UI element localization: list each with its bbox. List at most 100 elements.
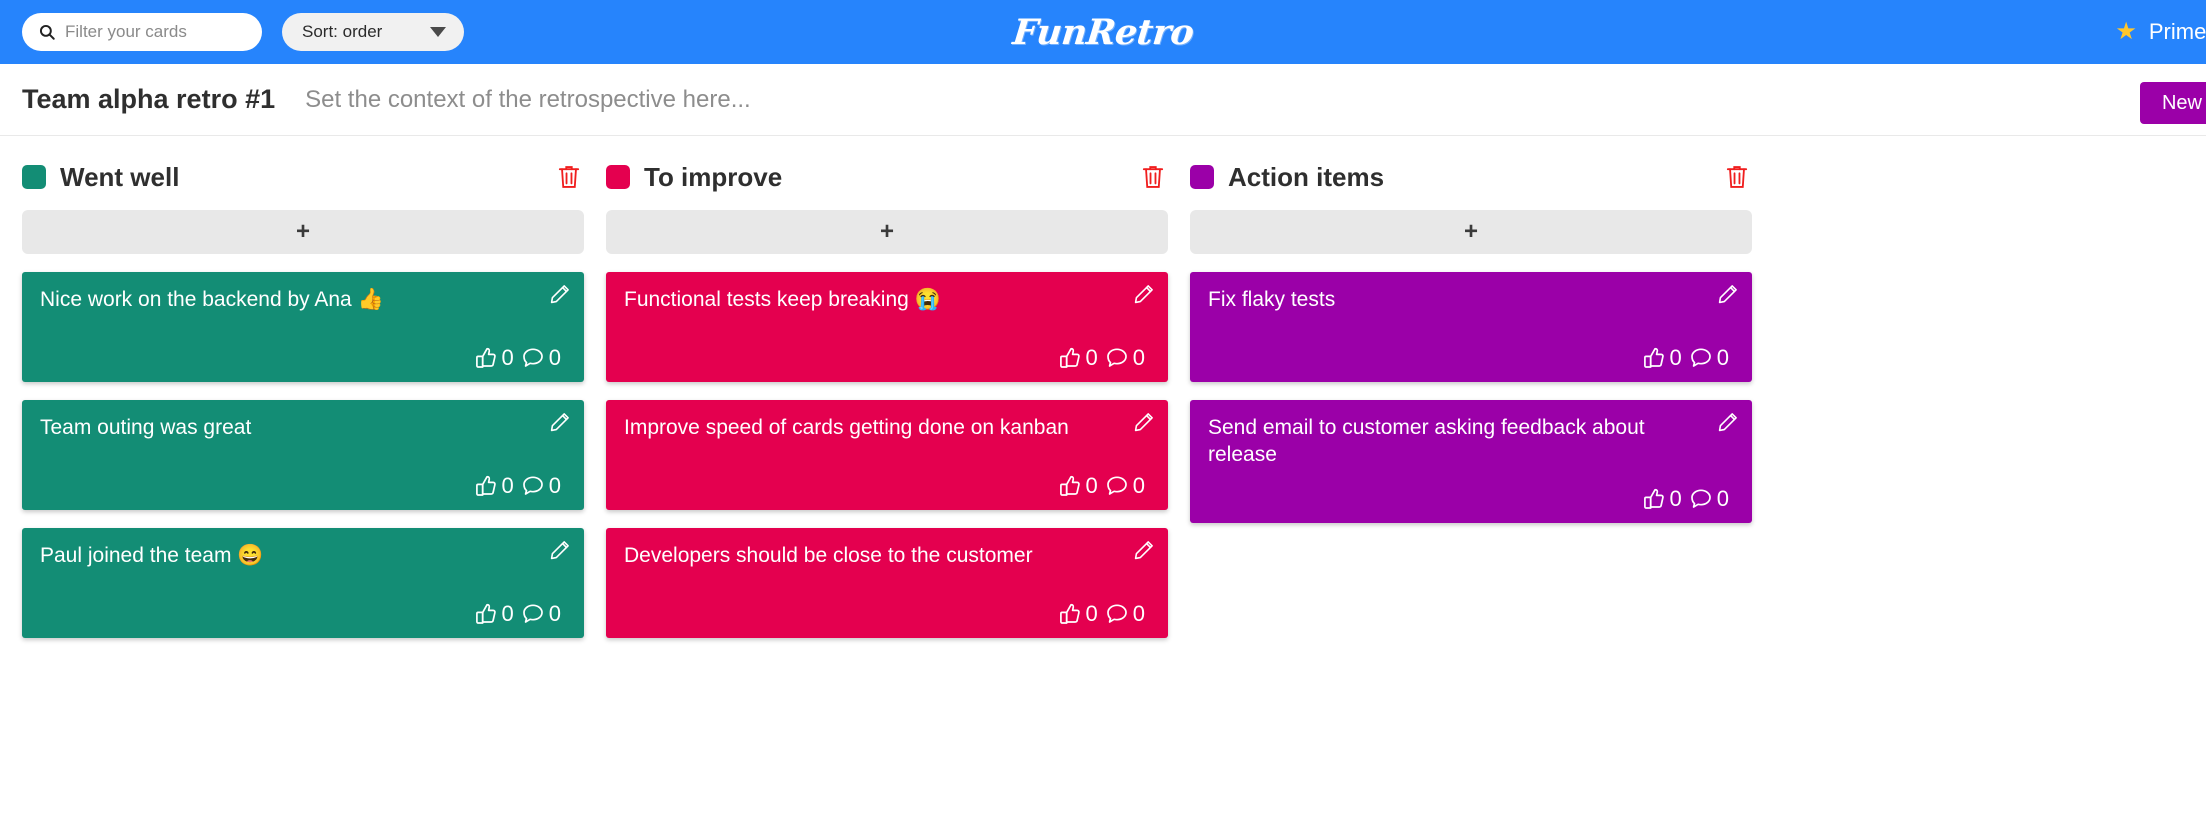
comment-button[interactable] bbox=[1689, 346, 1713, 370]
card-footer: 00 bbox=[40, 456, 566, 498]
comment-button[interactable] bbox=[521, 346, 545, 370]
column-title[interactable]: To improve bbox=[644, 162, 782, 193]
funretro-logo[interactable]: FunRetro bbox=[1011, 12, 1196, 53]
card-footer: 00 bbox=[624, 456, 1150, 498]
add-card-button[interactable]: + bbox=[606, 210, 1168, 254]
pencil-icon[interactable] bbox=[550, 284, 570, 304]
card-text: Fix flaky tests bbox=[1208, 288, 1336, 311]
retro-card[interactable]: Developers should be close to the custom… bbox=[606, 528, 1168, 638]
thumbs-up-icon[interactable] bbox=[474, 346, 498, 370]
vote-count: 0 bbox=[1085, 345, 1098, 370]
thumbs-up-icon[interactable] bbox=[1058, 346, 1082, 370]
delete-column-button[interactable] bbox=[1726, 164, 1748, 190]
column-title[interactable]: Action items bbox=[1228, 162, 1384, 193]
comment-count: 0 bbox=[548, 601, 561, 626]
search-box[interactable] bbox=[22, 13, 262, 51]
comment-icon[interactable] bbox=[1105, 602, 1129, 626]
pencil-icon[interactable] bbox=[1134, 284, 1154, 304]
column-title[interactable]: Went well bbox=[60, 162, 179, 193]
vote-count: 0 bbox=[1669, 485, 1682, 511]
column-color-swatch[interactable] bbox=[606, 165, 630, 189]
vote-button[interactable] bbox=[474, 474, 498, 498]
board-column: Went well + Nice work on the backend by An… bbox=[22, 156, 584, 656]
card-footer: 00 bbox=[624, 328, 1150, 370]
retro-card[interactable]: Nice work on the backend by Ana 👍 0 0 bbox=[22, 272, 584, 382]
comment-icon[interactable] bbox=[1105, 474, 1129, 498]
vote-button[interactable] bbox=[1058, 474, 1082, 498]
vote-button[interactable] bbox=[1058, 346, 1082, 370]
trash-icon[interactable] bbox=[1726, 164, 1748, 190]
comment-count: 0 bbox=[1132, 345, 1145, 370]
thumbs-up-icon[interactable] bbox=[1642, 346, 1666, 370]
plus-icon: + bbox=[295, 218, 310, 245]
card-footer: 00 bbox=[1208, 328, 1734, 370]
pencil-icon[interactable] bbox=[1718, 284, 1738, 304]
board-column: Action items + Fix flaky tests 0 0 Send email… bbox=[1190, 156, 1752, 541]
plus-icon: + bbox=[879, 218, 894, 245]
page-title[interactable]: Team alpha retro #1 bbox=[22, 84, 275, 115]
pencil-icon[interactable] bbox=[1134, 412, 1154, 432]
comment-count: 0 bbox=[548, 473, 561, 498]
trash-icon[interactable] bbox=[558, 164, 580, 190]
new-column-button[interactable]: New column bbox=[2139, 82, 2206, 124]
retro-card[interactable]: Team outing was great 0 0 bbox=[22, 400, 584, 510]
comment-icon[interactable] bbox=[521, 474, 545, 498]
vote-button[interactable] bbox=[1642, 346, 1666, 370]
column-color-swatch[interactable] bbox=[22, 165, 46, 189]
card-text: Improve speed of cards getting done on k… bbox=[624, 416, 1069, 439]
prime-directive-link[interactable]: ★ Prime Directive bbox=[2115, 0, 2206, 64]
search-icon bbox=[39, 24, 55, 40]
column-color-swatch[interactable] bbox=[1190, 165, 1214, 189]
comment-button[interactable] bbox=[1689, 487, 1713, 511]
comment-icon[interactable] bbox=[1689, 487, 1713, 511]
thumbs-up-icon[interactable] bbox=[1058, 474, 1082, 498]
pencil-icon[interactable] bbox=[1134, 540, 1154, 560]
thumbs-up-icon[interactable] bbox=[474, 474, 498, 498]
card-text: Send email to customer asking feedback a… bbox=[1208, 416, 1645, 467]
comment-button[interactable] bbox=[1105, 346, 1129, 370]
retro-card[interactable]: Improve speed of cards getting done on k… bbox=[606, 400, 1168, 510]
thumbs-up-icon[interactable] bbox=[1058, 602, 1082, 626]
vote-button[interactable] bbox=[1058, 602, 1082, 626]
column-header: Action items bbox=[1190, 156, 1752, 198]
board-column: To improve + Functional tests keep breakin… bbox=[606, 156, 1168, 656]
pencil-icon[interactable] bbox=[550, 412, 570, 432]
chevron-down-icon bbox=[430, 27, 446, 37]
vote-button[interactable] bbox=[474, 346, 498, 370]
add-card-button[interactable]: + bbox=[1190, 210, 1752, 254]
retro-card[interactable]: Paul joined the team 😄 0 0 bbox=[22, 528, 584, 638]
card-footer: 00 bbox=[40, 328, 566, 370]
comment-button[interactable] bbox=[521, 602, 545, 626]
delete-column-button[interactable] bbox=[1142, 164, 1164, 190]
comment-count: 0 bbox=[1716, 485, 1729, 511]
retro-card[interactable]: Send email to customer asking feedback a… bbox=[1190, 400, 1752, 523]
comment-button[interactable] bbox=[1105, 602, 1129, 626]
vote-button[interactable] bbox=[474, 602, 498, 626]
add-card-button[interactable]: + bbox=[22, 210, 584, 254]
retro-card[interactable]: Functional tests keep breaking 😭 0 0 bbox=[606, 272, 1168, 382]
sort-dropdown-label: Sort: order bbox=[302, 22, 383, 41]
comment-count: 0 bbox=[548, 345, 561, 370]
pencil-icon[interactable] bbox=[1718, 412, 1738, 432]
comment-icon[interactable] bbox=[1105, 346, 1129, 370]
comment-icon[interactable] bbox=[1689, 346, 1713, 370]
vote-button[interactable] bbox=[1642, 487, 1666, 511]
vote-count: 0 bbox=[501, 473, 514, 498]
trash-icon[interactable] bbox=[1142, 164, 1164, 190]
pencil-icon[interactable] bbox=[550, 540, 570, 560]
thumbs-up-icon[interactable] bbox=[474, 602, 498, 626]
comment-button[interactable] bbox=[521, 474, 545, 498]
thumbs-up-icon[interactable] bbox=[1642, 487, 1666, 511]
board-context-placeholder[interactable]: Set the context of the retrospective her… bbox=[305, 86, 751, 114]
comment-icon[interactable] bbox=[521, 602, 545, 626]
search-input[interactable] bbox=[65, 22, 248, 42]
board-title-bar: Team alpha retro #1 Set the context of t… bbox=[0, 64, 2206, 136]
comment-icon[interactable] bbox=[521, 346, 545, 370]
vote-count: 0 bbox=[501, 345, 514, 370]
card-footer: 00 bbox=[40, 584, 566, 626]
retro-card[interactable]: Fix flaky tests 0 0 bbox=[1190, 272, 1752, 382]
sort-dropdown[interactable]: Sort: order bbox=[282, 13, 464, 51]
comment-button[interactable] bbox=[1105, 474, 1129, 498]
delete-column-button[interactable] bbox=[558, 164, 580, 190]
comment-count: 0 bbox=[1716, 345, 1729, 370]
